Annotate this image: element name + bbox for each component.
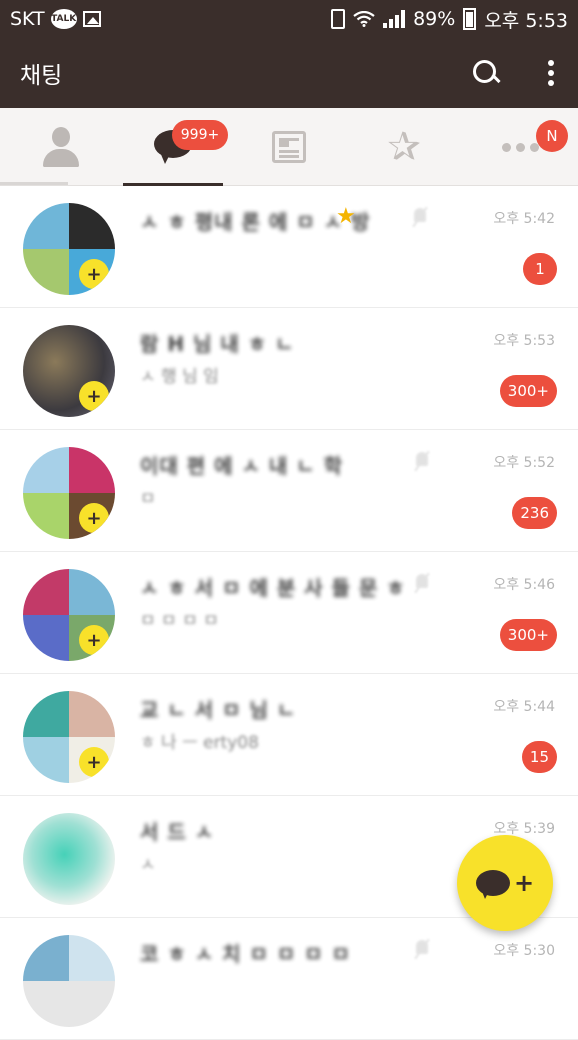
- battery-icon: [463, 8, 477, 30]
- image-notification-icon: [82, 11, 101, 27]
- plus-icon: +: [513, 869, 535, 897]
- chat-row[interactable]: + 교 ㄴ 서 ㅁ 님 ㄴ ㅎ 나 ㅡ erty08 오후 5:44 15: [0, 674, 578, 796]
- chat-time: 오후 5:42: [493, 211, 555, 227]
- group-avatar: +: [23, 203, 115, 295]
- chat-name: 교 ㄴ 서 ㅁ 님 ㄴ: [140, 698, 297, 722]
- chats-tab-badge: 999+: [172, 120, 228, 150]
- status-left: SKT TALK: [10, 8, 101, 30]
- chat-preview: ㅁ ㅁ ㅁ ㅁ: [140, 611, 219, 631]
- plus-friend-icon: +: [79, 381, 109, 411]
- plus-friend-icon: +: [79, 625, 109, 655]
- chat-row[interactable]: + 이대 편 에 ㅅ 내 ㄴ 학 ㅁ 오후 5:52 236: [0, 430, 578, 552]
- favorite-star-icon: ★: [336, 204, 356, 229]
- chat-row[interactable]: 코 ㅎ ㅅ 치 ㅁ ㅁ ㅁ ㅁ 오후 5:30: [0, 918, 578, 1040]
- status-bar: SKT TALK 89% 오후 5:53: [0, 0, 578, 38]
- person-icon: [43, 127, 79, 167]
- group-avatar: +: [23, 325, 115, 417]
- group-avatar: [23, 935, 115, 1027]
- group-avatar: +: [23, 691, 115, 783]
- star-icon: ✰: [387, 124, 421, 170]
- plus-friend-icon: +: [79, 747, 109, 777]
- unread-badge: 300+: [499, 375, 557, 407]
- news-icon: [272, 131, 306, 163]
- chat-preview: ㅁ: [140, 489, 156, 509]
- chat-time: 오후 5:52: [493, 455, 555, 471]
- tab-friends[interactable]: [6, 108, 116, 186]
- unread-badge: 15: [521, 741, 557, 773]
- chat-name: 이대 편 에 ㅅ 내 ㄴ 학: [140, 454, 343, 478]
- carrier-label: SKT: [10, 8, 45, 30]
- signal-icon: [383, 10, 406, 28]
- tab-news[interactable]: [234, 108, 344, 186]
- unread-badge: 236: [512, 497, 557, 529]
- chat-row[interactable]: + 람 H 님 내 ㅎ ㄴ ㅅ 행 님 임 오후 5:53 300+: [0, 308, 578, 430]
- unread-badge: 300+: [499, 619, 557, 651]
- chat-row[interactable]: + ㅅ ㅎ 서 ㅁ 에 분 사 들 문 ㅎ ㅁ ㅁ ㅁ ㅁ 오후 5:46 30…: [0, 552, 578, 674]
- chat-name: 람 H 님 내 ㅎ ㄴ: [140, 332, 295, 356]
- chat-name: 코 ㅎ ㅅ 치 ㅁ ㅁ ㅁ ㅁ: [140, 942, 351, 966]
- chat-preview: ㅅ: [140, 855, 156, 875]
- app-actions: [472, 58, 558, 88]
- chat-name: 서 드 ㅅ: [140, 820, 215, 844]
- profile-avatar: [23, 813, 115, 905]
- status-right: 89% 오후 5:53: [331, 6, 568, 33]
- chat-row[interactable]: + ㅅ ㅎ 평내 론 에 ㅁ ㅅ 방 ★ 오후 5:42 1: [0, 186, 578, 308]
- plus-friend-icon: +: [79, 259, 109, 289]
- mute-icon: [414, 938, 430, 960]
- plus-friend-icon: +: [79, 503, 109, 533]
- tab-favorites[interactable]: ✰: [349, 108, 459, 186]
- group-avatar: +: [23, 447, 115, 539]
- chat-preview: ㅅ 행 님 임: [140, 367, 219, 387]
- chat-time: 오후 5:30: [493, 943, 555, 959]
- mute-icon: [414, 572, 430, 594]
- unread-badge: 1: [523, 253, 557, 285]
- search-icon[interactable]: [472, 59, 500, 87]
- kakaotalk-notification-icon: TALK: [50, 9, 77, 29]
- app-bar: 채팅: [0, 38, 578, 108]
- status-time: 오후 5:53: [484, 9, 568, 32]
- chat-time: 오후 5:53: [493, 333, 555, 349]
- chat-preview: ㅎ 나 ㅡ erty08: [140, 733, 259, 753]
- battery-percent: 89%: [413, 8, 456, 30]
- chat-time: 오후 5:46: [493, 577, 555, 593]
- page-title: 채팅: [20, 63, 63, 89]
- tab-divider: [0, 182, 68, 185]
- more-tab-new-badge: N: [536, 120, 568, 152]
- new-chat-button[interactable]: +: [457, 835, 553, 931]
- mute-icon: [414, 450, 430, 472]
- more-horizontal-icon: [501, 142, 539, 152]
- mute-icon: [412, 206, 428, 228]
- more-vertical-icon[interactable]: [544, 58, 558, 88]
- vibrate-icon: [331, 9, 346, 29]
- chat-time: 오후 5:44: [493, 699, 555, 715]
- tab-bar: ✰ 999+ N: [0, 108, 578, 186]
- chat-name: ㅅ ㅎ 서 ㅁ 에 분 사 들 문 ㅎ: [140, 576, 406, 600]
- group-avatar: +: [23, 569, 115, 661]
- wifi-icon: [353, 11, 375, 27]
- new-chat-icon: [475, 870, 510, 899]
